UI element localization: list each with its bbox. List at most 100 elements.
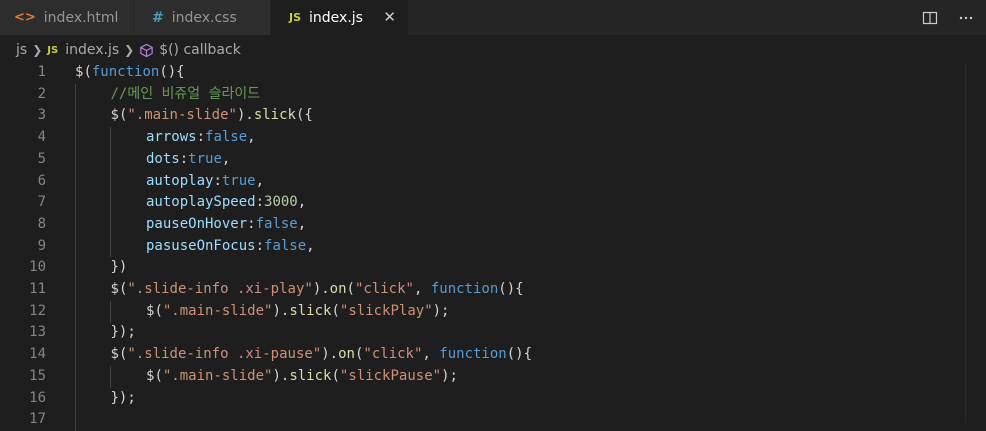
- breadcrumb-file[interactable]: index.js: [65, 42, 119, 58]
- code-text: $(".slide-info .xi-pause").on("click", f…: [111, 344, 533, 366]
- code-text: autoplay:true,: [146, 171, 264, 193]
- more-actions-icon[interactable]: [954, 6, 978, 30]
- line-number: 7: [37, 194, 46, 211]
- code-token: slick: [253, 107, 296, 124]
- code-token: :: [255, 194, 265, 211]
- code-token: );: [441, 367, 458, 384]
- code-token: (: [346, 281, 355, 297]
- code-token: (){: [159, 64, 185, 80]
- code-line[interactable]: 8 pauseOnHover:false,: [0, 214, 986, 236]
- code-line[interactable]: 4 arrows:false,: [0, 127, 986, 149]
- code-token: ,: [297, 215, 307, 232]
- code-token: slick: [289, 367, 332, 384]
- code-token: ).: [321, 346, 339, 363]
- js-file-icon: JS: [289, 11, 302, 24]
- code-token: "click": [363, 346, 423, 363]
- code-token: });: [110, 324, 136, 341]
- code-line[interactable]: 6 autoplay:true,: [0, 171, 986, 193]
- code-token: false: [255, 215, 298, 232]
- code-token: function: [430, 281, 499, 297]
- code-line[interactable]: 9 pasuseOnFocus:false,: [0, 236, 986, 258]
- code-line[interactable]: 11 $(".slide-info .xi-play").on("click", …: [0, 279, 986, 301]
- code-token: $: [110, 281, 119, 297]
- line-number: 2: [37, 85, 46, 102]
- code-line[interactable]: 12 $(".main-slide").slick("slickPlay");: [0, 301, 986, 323]
- line-number: 5: [37, 150, 46, 167]
- css-file-icon: #: [152, 9, 164, 26]
- code-token: "click": [354, 281, 414, 297]
- line-number: 10: [29, 259, 46, 276]
- code-token: ).: [272, 367, 290, 384]
- code-text: $(".main-slide").slick("slickPause");: [146, 366, 458, 388]
- code-token: ,: [413, 281, 431, 297]
- code-token: ).: [312, 281, 330, 297]
- line-number: 4: [37, 129, 46, 146]
- code-token: :: [196, 129, 206, 146]
- tab-index-html[interactable]: <> index.html: [0, 0, 134, 35]
- line-number: 16: [29, 389, 46, 406]
- code-token: ).: [272, 302, 290, 319]
- code-line[interactable]: 7 autoplaySpeed:3000,: [0, 192, 986, 214]
- code-token: :: [255, 237, 265, 254]
- code-line[interactable]: 10}): [0, 257, 986, 279]
- close-icon[interactable]: ✕: [383, 8, 396, 26]
- code-token: );: [432, 302, 450, 319]
- html-file-icon: <>: [14, 10, 36, 25]
- code-text: }): [111, 257, 128, 279]
- code-token: false: [205, 129, 248, 146]
- code-token: (: [154, 302, 163, 319]
- code-line[interactable]: 16});: [0, 388, 986, 410]
- code-token: (: [331, 367, 340, 384]
- code-line[interactable]: 15 $(".main-slide").slick("slickPause");: [0, 366, 986, 388]
- code-editor[interactable]: 1 $(function(){2//메인 비쥬얼 슬라이드 3 $(".main-sl…: [0, 62, 986, 431]
- code-token: (){: [506, 346, 533, 363]
- tab-index-css[interactable]: # index.css: [134, 0, 271, 35]
- code-line[interactable]: 2 //메인 비쥬얼 슬라이드: [0, 84, 986, 106]
- breadcrumb-folder[interactable]: js: [16, 42, 27, 58]
- code-token: ,: [306, 237, 315, 254]
- code-line[interactable]: 14 $(".slide-info .xi-pause").on("click",…: [0, 344, 986, 366]
- tab-label: index.html: [43, 9, 119, 26]
- code-token: :: [179, 150, 189, 167]
- code-token: $: [110, 346, 119, 363]
- code-text: $(".main-slide").slick("slickPlay");: [146, 301, 449, 323]
- split-editor-icon[interactable]: [918, 6, 942, 30]
- code-token: (: [331, 302, 340, 319]
- js-file-icon: JS: [47, 44, 59, 56]
- code-token: pasuseOnFocus: [146, 237, 256, 254]
- code-token: ".slide-info .xi-play": [127, 281, 313, 297]
- code-token: :: [247, 215, 256, 232]
- code-line[interactable]: 13});: [0, 322, 986, 344]
- code-line[interactable]: 17: [0, 409, 986, 431]
- code-token: "slickPlay": [339, 302, 433, 319]
- breadcrumb-symbol[interactable]: $() callback: [159, 42, 241, 58]
- code-token: arrows: [146, 129, 197, 146]
- code-token: on: [329, 281, 347, 297]
- code-token: slick: [289, 302, 332, 319]
- tab-label: index.js: [309, 9, 363, 26]
- code-token: ".main-slide": [162, 367, 273, 384]
- code-text: });: [111, 388, 136, 410]
- code-text: $(".slide-info .xi-play").on("click", fu…: [111, 279, 524, 301]
- code-text: arrows:false,: [146, 127, 256, 149]
- minimap[interactable]: [965, 62, 986, 422]
- code-token: ".main-slide": [162, 302, 273, 319]
- code-token: true: [188, 150, 222, 167]
- code-line[interactable]: 5 dots:true,: [0, 149, 986, 171]
- code-text: $(function(){: [75, 62, 185, 84]
- code-token: }): [110, 259, 128, 276]
- code-token: :: [213, 172, 222, 189]
- code-line[interactable]: 1 $(function(){: [0, 62, 986, 84]
- code-token: dots: [146, 150, 180, 167]
- code-line[interactable]: 3 $(".main-slide").slick({: [0, 105, 986, 127]
- line-number: 13: [29, 324, 46, 341]
- code-token: (: [83, 64, 92, 80]
- breadcrumb: js ❯ JS index.js ❯ $() callback: [0, 35, 986, 65]
- code-token: autoplay: [146, 172, 214, 189]
- code-token: ,: [221, 150, 231, 167]
- tab-index-js[interactable]: JS index.js ✕: [271, 0, 408, 35]
- code-text: pasuseOnFocus:false,: [146, 236, 315, 258]
- code-token: ,: [247, 129, 256, 146]
- code-token: function: [439, 346, 507, 363]
- code-text: dots:true,: [146, 149, 230, 171]
